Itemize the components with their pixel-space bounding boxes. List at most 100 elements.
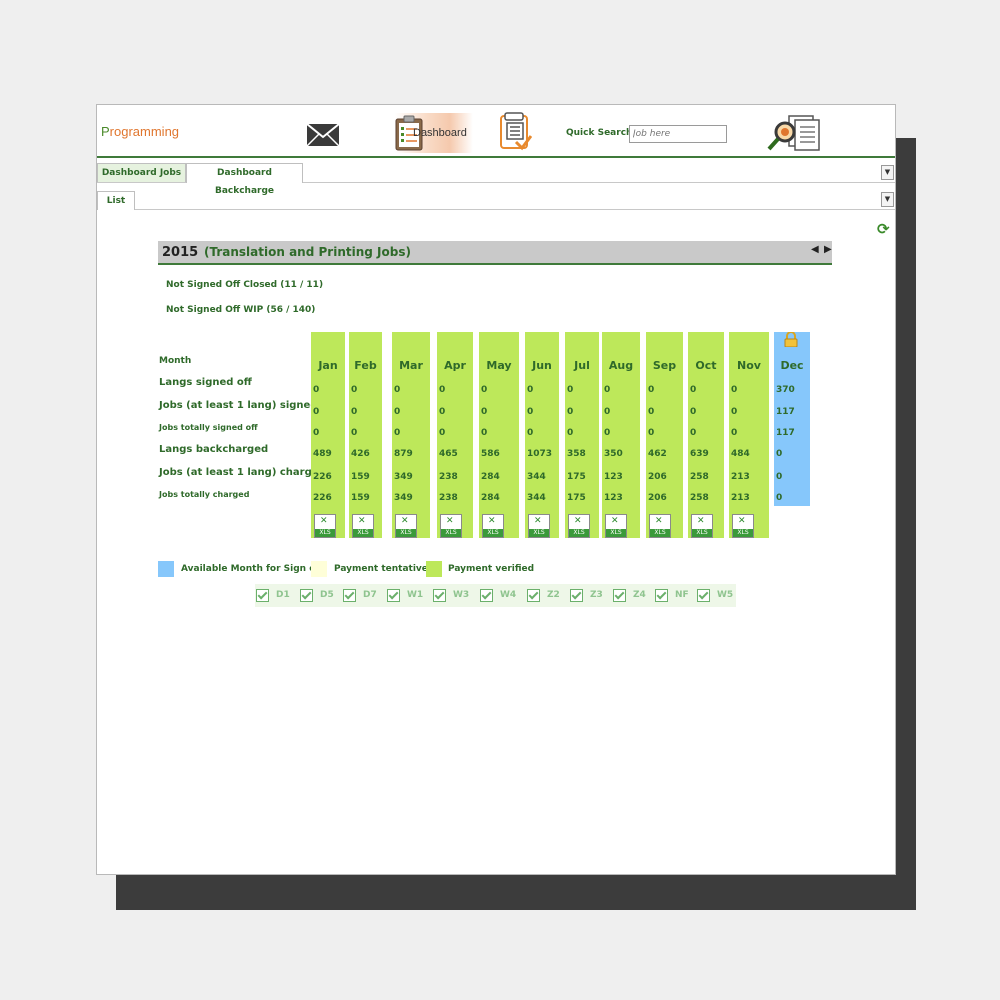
month-value[interactable]: 358 — [567, 449, 586, 459]
month-column-aug[interactable]: Aug 0 0 0 350 123 123 ✕ XLS — [602, 332, 640, 538]
month-value[interactable]: 206 — [648, 493, 667, 503]
xls-export-icon[interactable]: ✕ XLS — [732, 514, 754, 538]
month-column-apr[interactable]: Apr 0 0 0 465 238 238 ✕ XLS — [437, 332, 473, 538]
month-value[interactable]: 0 — [527, 407, 533, 417]
dashboard-button[interactable]: Dashboard — [395, 113, 473, 153]
month-value[interactable]: 213 — [731, 493, 750, 503]
month-value[interactable]: 0 — [648, 407, 654, 417]
xls-export-icon[interactable]: ✕ XLS — [691, 514, 713, 538]
month-value[interactable]: 0 — [313, 385, 319, 395]
tab-list[interactable]: List — [97, 191, 135, 210]
month-column-nov[interactable]: Nov 0 0 0 484 213 213 ✕ XLS — [729, 332, 769, 538]
month-value[interactable]: 0 — [351, 385, 357, 395]
month-column-may[interactable]: May 0 0 0 586 284 284 ✕ XLS — [479, 332, 519, 538]
month-value[interactable]: 349 — [394, 493, 413, 503]
month-column-sep[interactable]: Sep 0 0 0 462 206 206 ✕ XLS — [646, 332, 683, 538]
month-value[interactable]: 238 — [439, 472, 458, 482]
month-value[interactable]: 0 — [439, 385, 445, 395]
month-column-dec[interactable]: Dec 370 117 117 0 0 0 — [774, 331, 810, 506]
month-value[interactable]: 349 — [394, 472, 413, 482]
month-value[interactable]: 1073 — [527, 449, 552, 459]
month-value[interactable]: 462 — [648, 449, 667, 459]
month-value[interactable]: 0 — [481, 385, 487, 395]
filter-checkbox-z3[interactable] — [570, 589, 583, 602]
filter-checkbox-d1[interactable] — [256, 589, 269, 602]
month-value[interactable]: 0 — [394, 428, 400, 438]
month-column-oct[interactable]: Oct 0 0 0 639 258 258 ✕ XLS — [688, 332, 724, 538]
month-value[interactable]: 0 — [731, 407, 737, 417]
month-value[interactable]: 0 — [313, 407, 319, 417]
filter-checkbox-w3[interactable] — [433, 589, 446, 602]
month-value[interactable]: 426 — [351, 449, 370, 459]
month-value[interactable]: 344 — [527, 472, 546, 482]
month-value[interactable]: 0 — [690, 407, 696, 417]
month-value[interactable]: 123 — [604, 493, 623, 503]
month-value[interactable]: 0 — [313, 428, 319, 438]
clipboard-icon[interactable] — [500, 112, 533, 156]
month-value[interactable]: 350 — [604, 449, 623, 459]
month-value[interactable]: 465 — [439, 449, 458, 459]
month-value[interactable]: 344 — [527, 493, 546, 503]
filter-checkbox-d7[interactable] — [343, 589, 356, 602]
filter-checkbox-nf[interactable] — [655, 589, 668, 602]
month-value[interactable]: 175 — [567, 493, 586, 503]
month-column-jul[interactable]: Jul 0 0 0 358 175 175 ✕ XLS — [565, 332, 599, 538]
xls-export-icon[interactable]: ✕ XLS — [528, 514, 550, 538]
month-value[interactable]: 879 — [394, 449, 413, 459]
status-wip[interactable]: Not Signed Off WIP (56 / 140) — [166, 305, 315, 315]
xls-export-icon[interactable]: ✕ XLS — [352, 514, 374, 538]
subtab-dropdown-button[interactable]: ▼ — [881, 192, 894, 207]
month-value[interactable]: 0 — [527, 428, 533, 438]
xls-export-icon[interactable]: ✕ XLS — [314, 514, 336, 538]
month-value[interactable]: 0 — [567, 407, 573, 417]
month-value[interactable]: 0 — [394, 407, 400, 417]
month-value[interactable]: 0 — [690, 385, 696, 395]
month-value[interactable]: 123 — [604, 472, 623, 482]
tab-dropdown-button[interactable]: ▼ — [881, 165, 894, 180]
filter-checkbox-z4[interactable] — [613, 589, 626, 602]
filter-checkbox-d5[interactable] — [300, 589, 313, 602]
month-value[interactable]: 238 — [439, 493, 458, 503]
status-closed[interactable]: Not Signed Off Closed (11 / 11) — [166, 280, 323, 290]
month-value[interactable]: 0 — [604, 407, 610, 417]
month-value[interactable]: 0 — [604, 428, 610, 438]
month-column-jan[interactable]: Jan 0 0 0 489 226 226 ✕ XLS — [311, 332, 345, 538]
xls-export-icon[interactable]: ✕ XLS — [605, 514, 627, 538]
filter-checkbox-w5[interactable] — [697, 589, 710, 602]
filter-checkbox-w1[interactable] — [387, 589, 400, 602]
month-value[interactable]: 0 — [731, 385, 737, 395]
month-value[interactable]: 0 — [567, 428, 573, 438]
month-value[interactable]: 0 — [439, 407, 445, 417]
month-value[interactable]: 0 — [481, 428, 487, 438]
next-year-button[interactable]: ▶ — [824, 244, 832, 255]
month-value[interactable]: 370 — [776, 385, 795, 395]
month-value[interactable]: 0 — [648, 385, 654, 395]
filter-checkbox-z2[interactable] — [527, 589, 540, 602]
mail-icon[interactable] — [306, 123, 340, 151]
month-value[interactable]: 159 — [351, 472, 370, 482]
month-value[interactable]: 0 — [776, 449, 782, 459]
month-value[interactable]: 0 — [439, 428, 445, 438]
month-value[interactable]: 258 — [690, 472, 709, 482]
month-value[interactable]: 0 — [527, 385, 533, 395]
tab-dashboard-jobs[interactable]: Dashboard Jobs — [97, 163, 186, 182]
month-value[interactable]: 284 — [481, 493, 500, 503]
month-value[interactable]: 0 — [690, 428, 696, 438]
month-value[interactable]: 586 — [481, 449, 500, 459]
month-value[interactable]: 284 — [481, 472, 500, 482]
month-value[interactable]: 226 — [313, 493, 332, 503]
xls-export-icon[interactable]: ✕ XLS — [440, 514, 462, 538]
brand-logo[interactable]: Programming — [101, 124, 179, 139]
month-column-mar[interactable]: Mar 0 0 0 879 349 349 ✕ XLS — [392, 332, 430, 538]
month-column-feb[interactable]: Feb 0 0 0 426 159 159 ✕ XLS — [349, 332, 382, 538]
month-value[interactable]: 0 — [776, 493, 782, 503]
filter-checkbox-w4[interactable] — [480, 589, 493, 602]
month-value[interactable]: 0 — [567, 385, 573, 395]
xls-export-icon[interactable]: ✕ XLS — [649, 514, 671, 538]
month-value[interactable]: 117 — [776, 407, 795, 417]
month-value[interactable]: 0 — [604, 385, 610, 395]
refresh-icon[interactable]: ⟳ — [877, 220, 890, 238]
month-value[interactable]: 484 — [731, 449, 750, 459]
month-value[interactable]: 639 — [690, 449, 709, 459]
month-value[interactable]: 258 — [690, 493, 709, 503]
